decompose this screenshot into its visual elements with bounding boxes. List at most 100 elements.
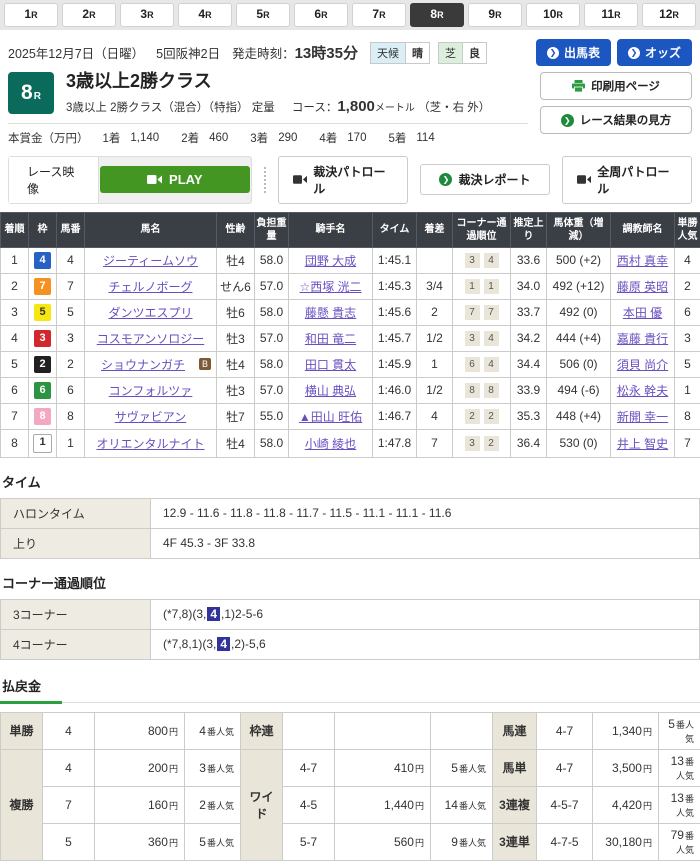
results-guide-button[interactable]: ❯ レース結果の見方 [540,106,692,134]
trainer-cell: 井上 智史 [611,429,675,457]
tab-7r[interactable]: 7R [352,3,406,27]
carried-weight: 58.0 [255,247,289,273]
race-number-suffix: R [34,91,41,102]
jockey-link[interactable]: 和田 竜二 [305,332,356,346]
horse-name-link[interactable]: ショウナンガチ [101,358,185,372]
arrow-circle-icon: ❯ [547,47,559,59]
horse-name-link[interactable]: コスモアンソロジー [97,332,205,346]
exacta-amount: 3,500円 [593,749,659,786]
trainer-link[interactable]: 西村 真幸 [617,254,668,268]
trainer-cell: 嘉藤 貴行 [611,325,675,351]
corner4-label: 4コーナー [1,629,151,659]
tab-suffix: R [495,10,502,20]
tab-9r[interactable]: 9R [468,3,522,27]
tab-2r[interactable]: 2R [62,3,116,27]
stewards-patrol-button[interactable]: 裁決パトロール [278,156,408,204]
bracket-badge: 7 [34,278,51,295]
finish-time: 1:46.0 [373,377,417,403]
finish-time: 1:45.6 [373,299,417,325]
horse-name-link[interactable]: チェルノボーグ [108,280,192,294]
payout-row-4: 5 360円 5番人気 5-7 560円 9番人気 3連単 4-7-5 30,1… [1,823,700,860]
horse-weight: 506 (0) [547,351,611,377]
corner-order-cell: 11 [453,273,511,299]
popularity: 14 [445,798,458,812]
horse-name-link[interactable]: ダンツエスプリ [108,306,192,320]
play-button[interactable]: PLAY [100,166,250,193]
tab-3r[interactable]: 3R [120,3,174,27]
tab-6r[interactable]: 6R [294,3,348,27]
trifecta-amount: 30,180円 [593,823,659,860]
popularity: 5 [199,835,206,849]
yen-unit: 円 [169,838,178,848]
yen-unit: 円 [169,764,178,774]
bracket-cell: 7 [29,273,57,299]
amount: 4,420 [612,798,642,812]
payout-empty-cell [335,712,431,749]
tab-12r[interactable]: 12R [642,3,696,27]
horse-name-link[interactable]: コンフォルツァ [109,384,193,398]
jockey-link[interactable]: ▲田山 旺佑 [299,410,362,424]
corner-position: 4 [484,253,499,268]
tab-5r[interactable]: 5R [236,3,290,27]
trio-amount: 4,420円 [593,786,659,823]
amount: 410 [394,761,414,775]
tab-1r[interactable]: 1R [4,3,58,27]
jockey-link[interactable]: 田口 貫太 [305,358,356,372]
place-amount: 160円 [95,786,185,823]
sex-age: せん6 [217,273,255,299]
bracket-cell: 4 [29,247,57,273]
trainer-link[interactable]: 藤原 英昭 [617,280,668,294]
horse-name-link[interactable]: ジーティームソウ [103,254,198,268]
wide-popularity: 14番人気 [431,786,493,823]
stewards-report-button[interactable]: ❯ 裁決レポート [420,164,550,195]
print-page-button[interactable]: 印刷用ページ [540,72,692,100]
wide-combo: 4-7 [283,749,335,786]
tab-suffix: R [89,10,96,20]
place-popularity: 5番人気 [185,823,241,860]
last-furlongs-label: 上り [1,528,151,558]
jockey-cell: 和田 竜二 [289,325,373,351]
horse-name-link[interactable]: オリエンタルナイト [96,437,204,451]
corner-order-cell: 32 [453,429,511,457]
race-video-label: レース映像 [9,157,99,203]
trainer-link[interactable]: 須貝 尚介 [617,358,668,372]
result-row-5: 5 2 2 Bショウナンガチ 牡4 58.0 田口 貫太 1:45.9 1 64… [1,351,700,377]
trainer-link[interactable]: 新開 幸一 [617,410,668,424]
margin: 3/4 [417,273,453,299]
furlong-time-row: ハロンタイム 12.9 - 11.6 - 11.8 - 11.8 - 11.7 … [1,498,700,528]
jockey-link[interactable]: ☆西塚 洸二 [299,280,361,294]
carried-weight: 55.0 [255,403,289,429]
horse-name-link[interactable]: サヴァビアン [115,410,187,424]
jockey-link[interactable]: 小崎 綾也 [305,437,356,451]
trainer-link[interactable]: 松永 幹夫 [617,384,668,398]
prize-place: 1着 [103,130,121,146]
jockey-link[interactable]: 横山 典弘 [305,384,356,398]
bracket-quinella-label: 枠連 [241,712,283,749]
tab-10r[interactable]: 10R [526,3,580,27]
race-title-row: 8 R 3歳以上2勝クラス 3歳以上 2勝クラス（混合）（特指） 定量 コース：… [8,72,528,115]
tab-8r-active[interactable]: 8R [410,3,464,27]
tab-11r[interactable]: 11R [584,3,638,27]
trainer-cell: 西村 真幸 [611,247,675,273]
popularity: 13 [671,791,684,805]
trainer-link[interactable]: 嘉藤 貴行 [617,332,668,346]
yen-unit: 円 [643,764,652,774]
last-3f: 34.0 [511,273,547,299]
trio-popularity: 13番人気 [659,786,700,823]
jockey-link[interactable]: 団野 大成 [305,254,356,268]
place-number: 4 [43,749,95,786]
trainer-link[interactable]: 本田 優 [623,306,662,320]
jockey-link[interactable]: 藤懸 貴志 [305,306,356,320]
entries-button[interactable]: ❯ 出馬表 [536,39,611,66]
full-patrol-button[interactable]: 全周パトロール [562,156,692,204]
horse-weight: 494 (-6) [547,377,611,403]
carried-weight: 58.0 [255,299,289,325]
trainer-link[interactable]: 井上 智史 [617,437,668,451]
sex-age: 牡7 [217,403,255,429]
tab-4r[interactable]: 4R [178,3,232,27]
jockey-cell: ▲田山 旺佑 [289,403,373,429]
finish-time: 1:46.7 [373,403,417,429]
yen-unit: 円 [643,727,652,737]
race-conditions-text: 3歳以上 2勝クラス（混合）（特指） 定量 [66,102,275,114]
odds-button[interactable]: ❯ オッズ [617,39,692,66]
